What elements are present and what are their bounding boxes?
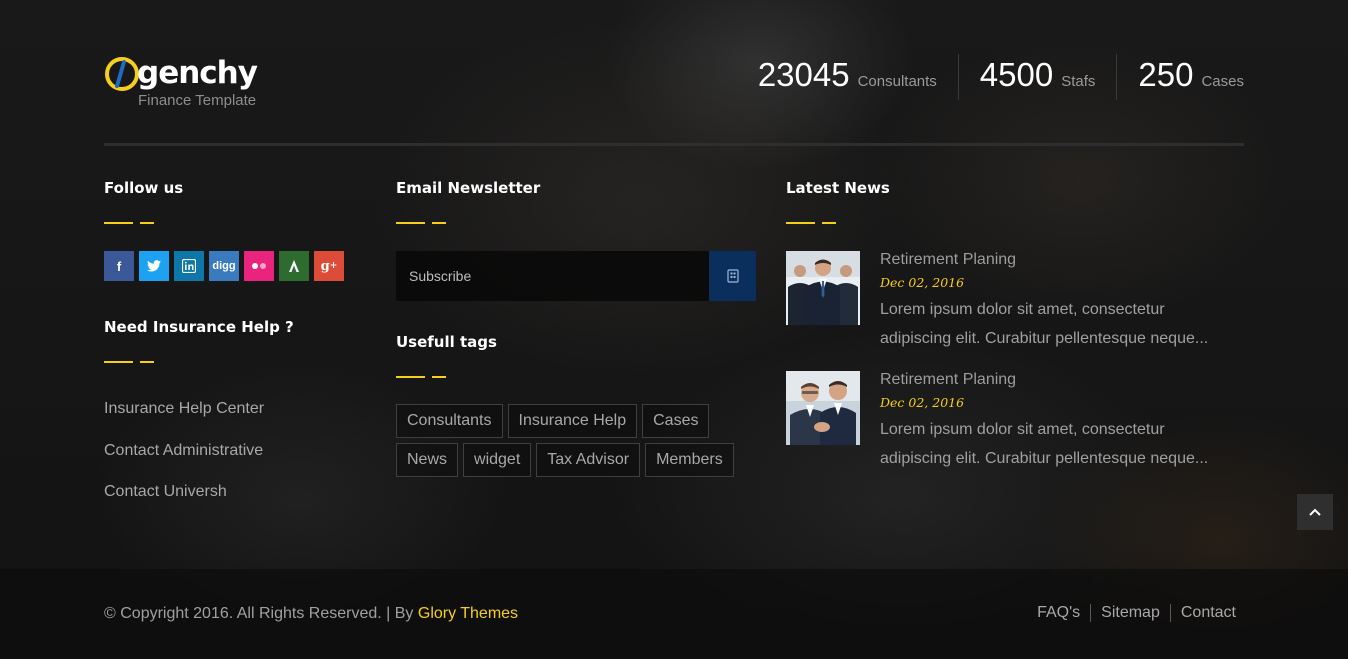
facebook-icon[interactable]: f	[104, 251, 134, 281]
brand-name: genchy	[137, 55, 258, 91]
heading-underline	[786, 222, 836, 224]
subscribe-button[interactable]	[709, 251, 756, 301]
tag-widget[interactable]: widget	[463, 443, 532, 477]
news-title[interactable]: Retirement Planing	[880, 251, 1016, 269]
stat-number: 250	[1138, 56, 1194, 93]
stat-number: 4500	[979, 56, 1054, 93]
heading-underline	[396, 376, 446, 378]
stat-label: Consultants	[857, 73, 937, 90]
tag-news[interactable]: News	[396, 443, 459, 477]
stat-consultants: 23045 Consultants	[737, 54, 958, 100]
section-divider	[104, 143, 1244, 146]
insurance-help-heading: Need Insurance Help ?	[104, 318, 294, 336]
google-plus-icon[interactable]: g +	[314, 251, 344, 281]
footer-link-sitemap[interactable]: Sitemap	[1090, 604, 1170, 622]
news-title[interactable]: Retirement Planing	[880, 371, 1016, 389]
footer-link-faqs[interactable]: FAQ's	[1027, 604, 1090, 622]
news-thumbnail[interactable]	[786, 371, 860, 445]
help-link-center[interactable]: Insurance Help Center	[104, 399, 264, 441]
heading-underline	[104, 361, 154, 363]
tag-members[interactable]: Members	[645, 443, 734, 477]
send-icon	[726, 269, 739, 283]
news-date: Dec 02, 2016	[880, 275, 965, 290]
twitter-icon[interactable]	[139, 251, 169, 281]
tags-heading: Usefull tags	[396, 333, 497, 351]
tag-insurance-help[interactable]: Insurance Help	[507, 404, 638, 438]
news-thumbnail[interactable]	[786, 251, 860, 325]
tag-consultants[interactable]: Consultants	[396, 404, 503, 438]
news-date: Dec 02, 2016	[880, 395, 965, 410]
tag-cloud: Consultants Insurance Help Cases News wi…	[396, 404, 756, 477]
heading-underline	[396, 222, 446, 224]
stat-cases: 250 Cases	[1116, 54, 1244, 100]
brand-logo[interactable]: genchy Finance Template	[104, 54, 304, 114]
stats-bar: 23045 Consultants 4500 Stafs 250 Cases	[737, 54, 1244, 100]
linkedin-icon[interactable]	[174, 251, 204, 281]
copyright-label: © Copyright 2016. All Rights Reserved. |…	[104, 605, 418, 622]
tag-tax-advisor[interactable]: Tax Advisor	[536, 443, 641, 477]
footer-bottom-bar: © Copyright 2016. All Rights Reserved. |…	[0, 569, 1348, 659]
subscribe-input[interactable]	[396, 251, 709, 301]
help-links: Insurance Help Center Contact Administra…	[104, 399, 264, 524]
follow-us-heading: Follow us	[104, 179, 184, 197]
news-item: Retirement Planing Dec 02, 2016 Lorem ip…	[786, 371, 1236, 471]
flickr-icon[interactable]	[244, 251, 274, 281]
newsletter-form	[396, 251, 756, 301]
help-link-universh[interactable]: Contact Universh	[104, 482, 264, 524]
newsletter-heading: Email Newsletter	[396, 179, 541, 197]
stat-label: Stafs	[1061, 73, 1096, 90]
footer-links: FAQ's Sitemap Contact	[1027, 604, 1236, 622]
chevron-up-icon	[1309, 508, 1321, 516]
logo-mark-icon	[105, 57, 139, 91]
author-link[interactable]: Glory Themes	[418, 605, 518, 622]
stat-label: Cases	[1201, 73, 1244, 90]
news-item: Retirement Planing Dec 02, 2016 Lorem ip…	[786, 251, 1236, 351]
footer-link-contact[interactable]: Contact	[1169, 604, 1236, 622]
latest-news-heading: Latest News	[786, 179, 890, 197]
copyright-text: © Copyright 2016. All Rights Reserved. |…	[104, 605, 518, 623]
digg-icon[interactable]: digg	[209, 251, 239, 281]
heading-underline	[104, 222, 154, 224]
brand-tagline: Finance Template	[138, 92, 257, 109]
tag-cases[interactable]: Cases	[642, 404, 710, 438]
social-links: f digg g +	[104, 251, 344, 281]
news-excerpt: Lorem ipsum dolor sit amet, consectetur …	[880, 301, 1209, 347]
stat-stafs: 4500 Stafs	[957, 54, 1117, 100]
vine-icon[interactable]	[279, 251, 309, 281]
site-footer: genchy Finance Template 23045 Consultant…	[0, 0, 1348, 659]
news-excerpt: Lorem ipsum dolor sit amet, consectetur …	[880, 421, 1209, 467]
help-link-administrative[interactable]: Contact Administrative	[104, 441, 264, 483]
stat-number: 23045	[757, 56, 850, 93]
back-to-top-button[interactable]	[1297, 494, 1333, 530]
